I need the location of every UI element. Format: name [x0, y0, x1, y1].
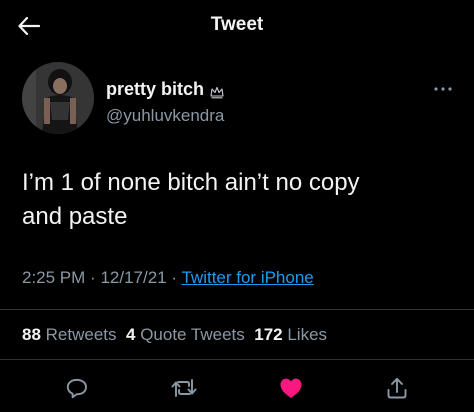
like-button[interactable]	[277, 374, 305, 402]
meta-separator: ·	[90, 268, 96, 287]
crown-emoji-icon	[210, 83, 224, 98]
retweet-button[interactable]	[170, 374, 198, 402]
divider	[0, 359, 474, 360]
tweet-date[interactable]: 12/17/21	[100, 268, 166, 287]
more-options-button[interactable]	[430, 82, 456, 96]
quote-tweets-label: Quote Tweets	[140, 325, 245, 344]
quote-tweets-count: 4	[125, 325, 136, 344]
avatar[interactable]	[22, 62, 94, 134]
top-bar: Tweet	[0, 0, 474, 52]
tweet-time[interactable]: 2:25 PM	[22, 268, 85, 287]
tweet-text-line: and paste	[22, 203, 128, 230]
retweets-stat[interactable]: 88 Retweets	[22, 325, 117, 344]
share-button[interactable]	[383, 374, 411, 402]
display-name-text: pretty bitch	[106, 79, 205, 99]
likes-label: Likes	[287, 325, 328, 344]
author-display-name[interactable]: pretty bitch	[106, 79, 224, 100]
meta-separator: ·	[171, 268, 178, 287]
retweets-label: Retweets	[45, 325, 117, 344]
reply-icon	[66, 378, 87, 399]
likes-count: 172	[254, 325, 283, 344]
tweet-stats: 88 Retweets 4 Quote Tweets 172 Likes	[22, 325, 327, 345]
retweets-count: 88	[22, 325, 41, 344]
author-handle[interactable]: @yuhluvkendra	[106, 106, 224, 126]
quote-tweets-stat[interactable]: 4 Quote Tweets	[126, 325, 245, 344]
share-icon	[387, 377, 407, 399]
tweet-text: I’m 1 of none bitch ain’t no copy and pa…	[22, 166, 452, 234]
tweet-meta: 2:25 PM · 12/17/21 · Twitter for iPhone	[22, 268, 314, 288]
avatar-photo	[22, 62, 94, 134]
page-title: Tweet	[210, 14, 264, 35]
more-horizontal-icon	[434, 87, 452, 91]
retweet-icon	[171, 379, 197, 397]
reply-button[interactable]	[63, 374, 91, 402]
tweet-action-bar	[0, 372, 474, 404]
divider	[0, 309, 474, 310]
likes-stat[interactable]: 172 Likes	[254, 325, 327, 344]
tweet-source-link[interactable]: Twitter for iPhone	[181, 268, 313, 287]
tweet-text-line: I’m 1 of none bitch ain’t no copy	[22, 169, 360, 196]
heart-icon	[280, 378, 302, 398]
